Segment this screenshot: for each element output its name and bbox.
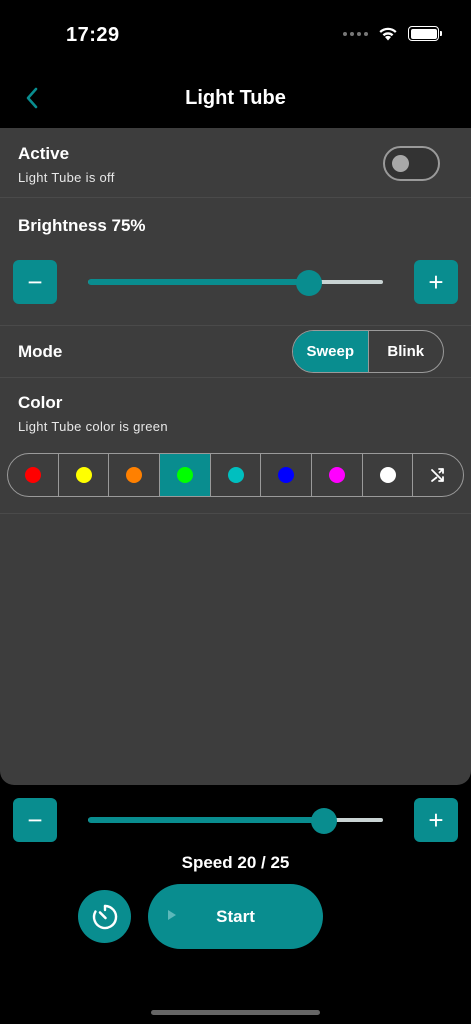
color-status: Light Tube color is green xyxy=(18,419,168,434)
battery-icon xyxy=(408,26,442,41)
color-title: Color xyxy=(18,393,63,412)
brightness-label: Brightness 75% xyxy=(18,216,146,235)
color-option-orange[interactable] xyxy=(108,454,159,496)
green-swatch xyxy=(176,467,193,483)
white-swatch xyxy=(379,467,396,483)
mode-option-sweep[interactable]: Sweep xyxy=(293,331,368,372)
color-picker xyxy=(7,453,464,497)
speed-slider[interactable] xyxy=(88,808,383,834)
settings-panel: Active Light Tube is off Brightness 75% … xyxy=(0,128,471,785)
wifi-icon xyxy=(379,27,397,41)
yellow-swatch xyxy=(75,467,92,483)
brightness-increase-button[interactable]: + xyxy=(414,260,458,304)
home-indicator xyxy=(151,1010,320,1015)
start-label: Start xyxy=(216,906,255,926)
color-option-blue[interactable] xyxy=(260,454,311,496)
color-option-random[interactable] xyxy=(412,454,463,496)
status-bar: 17:29 xyxy=(0,0,471,70)
timer-button[interactable] xyxy=(78,890,131,943)
cellular-signal-icon xyxy=(343,31,368,36)
color-option-yellow[interactable] xyxy=(57,454,109,496)
active-title: Active xyxy=(18,144,70,163)
start-button[interactable]: Start xyxy=(148,884,323,949)
active-status: Light Tube is off xyxy=(18,170,115,185)
speed-label: Speed 20 / 25 xyxy=(181,853,290,872)
brightness-slider[interactable] xyxy=(88,270,383,296)
active-toggle[interactable] xyxy=(383,146,440,181)
mode-title: Mode xyxy=(18,342,63,361)
status-time: 17:29 xyxy=(66,24,120,46)
brightness-decrease-button[interactable]: − xyxy=(13,260,57,304)
slider-fill xyxy=(88,279,309,285)
toggle-knob xyxy=(392,155,409,172)
color-option-white[interactable] xyxy=(361,454,413,496)
magenta-swatch xyxy=(328,467,345,483)
status-icons xyxy=(343,26,442,41)
slider-fill xyxy=(88,817,324,823)
shuffle-icon xyxy=(431,468,445,482)
color-option-magenta[interactable] xyxy=(311,454,362,496)
active-row: Active Light Tube is off xyxy=(0,128,471,198)
red-swatch xyxy=(24,467,41,483)
blue-swatch xyxy=(278,467,295,483)
brightness-row: Brightness 75% − + xyxy=(0,198,471,326)
page-title: Light Tube xyxy=(185,87,286,109)
mode-option-blink[interactable]: Blink xyxy=(367,331,444,372)
color-option-green[interactable] xyxy=(159,454,210,496)
nav-bar: Light Tube xyxy=(0,70,471,128)
mode-row: Mode Sweep Blink xyxy=(0,326,471,378)
orange-swatch xyxy=(126,467,143,483)
play-icon xyxy=(168,910,176,920)
mode-segmented-control: Sweep Blink xyxy=(292,330,444,373)
slider-thumb[interactable] xyxy=(296,270,322,296)
cyan-swatch xyxy=(227,467,244,483)
speed-increase-button[interactable]: + xyxy=(414,798,458,842)
color-option-red[interactable] xyxy=(8,454,58,496)
slider-thumb[interactable] xyxy=(311,808,337,834)
timer-icon xyxy=(92,904,117,929)
color-option-cyan[interactable] xyxy=(209,454,261,496)
speed-decrease-button[interactable]: − xyxy=(13,798,57,842)
